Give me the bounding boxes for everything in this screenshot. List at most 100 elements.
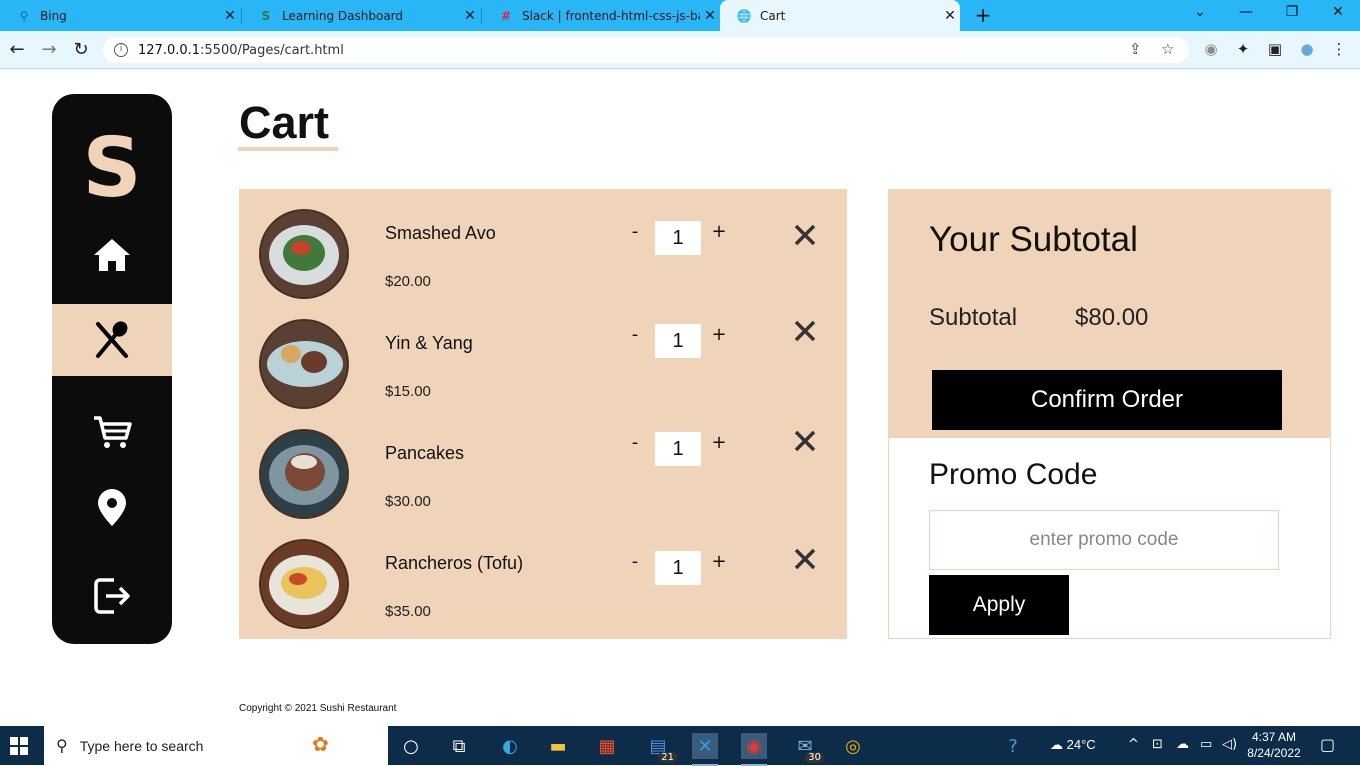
info-icon[interactable]: i	[114, 43, 128, 57]
promo-code-heading: Promo Code	[929, 458, 1098, 491]
search-icon: ⚲	[56, 736, 68, 755]
vscode-icon[interactable]: ✕	[692, 733, 718, 766]
food-image	[259, 539, 349, 629]
extensions-icon[interactable]: ✦	[1234, 40, 1252, 58]
volume-icon[interactable]: ◁)	[1222, 737, 1237, 752]
share-icon[interactable]: ⇪	[1129, 40, 1142, 58]
cart-item: Smashed Avo $20.00 - 1 +	[239, 209, 847, 319]
chrome-canary-icon[interactable]: ◎	[840, 733, 866, 759]
remove-item-close-icon[interactable]	[793, 429, 817, 453]
edge-icon[interactable]: ◐	[497, 733, 523, 759]
decrease-quantity-button[interactable]: -	[627, 324, 643, 345]
task-view-icon[interactable]: ⧉	[446, 733, 472, 759]
file-explorer-icon[interactable]: ▬	[545, 733, 571, 759]
copyright-footer: Copyright © 2021 Sushi Restaurant	[239, 703, 397, 714]
cart-item: Rancheros (Tofu) $35.00 - 1 +	[239, 539, 847, 649]
remove-item-close-icon[interactable]	[793, 319, 817, 343]
chrome-icon[interactable]: ◉	[741, 733, 767, 766]
sidebar-item-menu[interactable]	[52, 304, 172, 376]
tray-chevron-icon[interactable]: ^	[1128, 737, 1139, 752]
tab-bing[interactable]: ⚲ Bing ✕	[0, 0, 240, 31]
clock-time: 4:37 AM	[1251, 730, 1297, 744]
cart-icon	[94, 416, 132, 448]
forward-icon[interactable]: →	[38, 39, 60, 61]
side-panel-icon[interactable]: ▣	[1266, 40, 1284, 58]
profile-avatar-icon[interactable]: ●	[1298, 40, 1316, 58]
store-icon[interactable]: ▦	[594, 733, 620, 759]
window-close-icon[interactable]: ✕	[1328, 4, 1348, 20]
decrease-quantity-button[interactable]: -	[627, 551, 643, 572]
help-icon[interactable]: ?	[1000, 733, 1026, 759]
tab-cart[interactable]: 🌐 Cart ✕	[720, 0, 960, 31]
sidebar-item-logout[interactable]	[52, 560, 172, 632]
increase-quantity-button[interactable]: +	[711, 221, 727, 242]
item-name: Rancheros (Tofu)	[385, 553, 524, 573]
url-field[interactable]: i 127.0.0.1:5500/Pages/cart.html ⇪ ☆	[103, 37, 1189, 63]
menu-dots-icon[interactable]: ⋮	[1330, 40, 1348, 58]
battery-icon[interactable]: ▭	[1200, 737, 1212, 752]
confirm-order-button[interactable]: Confirm Order	[932, 370, 1282, 430]
teams-badge: 21	[658, 752, 677, 763]
close-icon[interactable]: ✕	[940, 8, 960, 24]
cart-item: Pancakes $30.00 - 1 +	[239, 429, 847, 539]
onedrive-icon[interactable]: ☁	[1176, 737, 1189, 752]
quantity-input[interactable]: 1	[655, 432, 701, 466]
item-name: Pancakes	[385, 443, 465, 463]
taskbar-clock[interactable]: 4:37 AM 8/24/2022	[1240, 729, 1308, 761]
grammarly-icon[interactable]: ◉	[1202, 40, 1220, 58]
meet-now-icon[interactable]: ⊡	[1152, 737, 1163, 752]
subtotal-label: Subtotal	[929, 304, 1018, 331]
apply-promo-button[interactable]: Apply	[929, 575, 1069, 635]
tab-label: Cart	[760, 8, 786, 23]
increase-quantity-button[interactable]: +	[711, 324, 727, 345]
remove-item-close-icon[interactable]	[793, 223, 817, 247]
location-pin-icon	[98, 489, 126, 526]
minimize-icon[interactable]: —	[1236, 4, 1256, 20]
promo-code-input[interactable]	[929, 510, 1279, 570]
sidebar-item-cart[interactable]	[52, 396, 172, 468]
sidebar-item-location[interactable]	[52, 472, 172, 544]
weather-widget[interactable]: ☁ 24°C	[1050, 737, 1096, 753]
tab-learning-dashboard[interactable]: S Learning Dashboard ✕	[242, 0, 480, 31]
tab-label: Bing	[40, 8, 67, 23]
food-image	[259, 209, 349, 299]
mail-icon[interactable]: ✉ 30	[792, 733, 824, 763]
tab-label: Slack | frontend-html-css-js-batch	[522, 8, 700, 23]
windows-start-icon[interactable]	[10, 737, 28, 755]
notifications-icon[interactable]: ▢	[1320, 735, 1338, 754]
cortana-icon[interactable]: ○	[398, 733, 424, 759]
item-name: Smashed Avo	[385, 223, 496, 243]
quantity-input[interactable]: 1	[655, 324, 701, 358]
decrease-quantity-button[interactable]: -	[627, 432, 643, 453]
subtotal-heading: Your Subtotal	[929, 220, 1138, 259]
reload-icon[interactable]: ↻	[70, 39, 92, 61]
tab-search-chevron-icon[interactable]: ⌄	[1190, 4, 1210, 20]
new-tab-button[interactable]: +	[972, 4, 994, 26]
item-price: $20.00	[385, 273, 431, 290]
cart-list: Smashed Avo $20.00 - 1 + Yin & Yang $15.…	[239, 189, 847, 639]
page-content: S Cart Smashed Avo $20.00 - 1 + Yin & Ya…	[0, 69, 1360, 726]
remove-item-close-icon[interactable]	[793, 547, 817, 571]
quantity-input[interactable]: 1	[655, 221, 701, 255]
bookmark-star-icon[interactable]: ☆	[1161, 40, 1174, 58]
cutlery-icon	[96, 321, 128, 358]
taskbar-search-placeholder: Type here to search	[79, 737, 204, 754]
page-title: Cart	[239, 97, 330, 148]
tab-slack[interactable]: # Slack | frontend-html-css-js-batch ✕	[482, 0, 720, 31]
close-icon[interactable]: ✕	[460, 8, 480, 24]
increase-quantity-button[interactable]: +	[711, 432, 727, 453]
sidebar-item-home[interactable]	[52, 219, 172, 291]
close-icon[interactable]: ✕	[700, 8, 720, 24]
close-icon[interactable]: ✕	[220, 8, 240, 24]
decrease-quantity-button[interactable]: -	[627, 221, 643, 242]
taskbar-search-box[interactable]: ⚲ Type here to search ✿	[44, 726, 388, 765]
item-price: $30.00	[385, 493, 431, 510]
back-icon[interactable]: ←	[6, 39, 28, 61]
browser-tab-bar: ⚲ Bing ✕ S Learning Dashboard ✕ # Slack …	[0, 0, 1360, 31]
teams-icon[interactable]: ▤ 21	[645, 733, 677, 763]
quantity-input[interactable]: 1	[655, 551, 701, 585]
clock-date: 8/24/2022	[1247, 746, 1301, 760]
restore-icon[interactable]: ❐	[1282, 4, 1302, 20]
tab-label: Learning Dashboard	[282, 8, 404, 23]
increase-quantity-button[interactable]: +	[711, 551, 727, 572]
